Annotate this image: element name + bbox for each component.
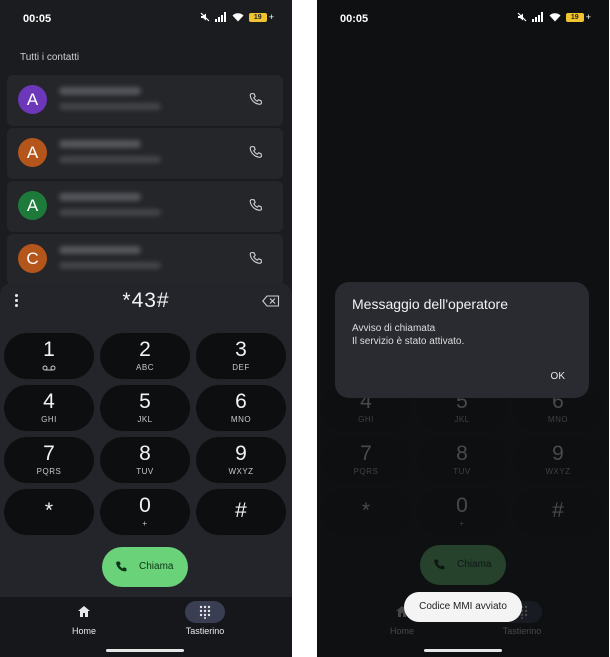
key-7[interactable]: 7 PQRS bbox=[4, 437, 94, 483]
key-0[interactable]: 0 + bbox=[100, 489, 190, 535]
phone-icon[interactable] bbox=[249, 145, 263, 159]
mmi-toast: Codice MMI avviato bbox=[404, 592, 522, 622]
contact-row[interactable]: A bbox=[7, 75, 283, 126]
phone-icon[interactable] bbox=[249, 198, 263, 212]
operator-message-dialog: Messaggio dell'operatore Avviso di chiam… bbox=[335, 282, 589, 398]
avatar: C bbox=[18, 244, 47, 273]
contact-row[interactable]: A bbox=[7, 181, 283, 232]
dialpad-icon bbox=[199, 605, 211, 619]
gesture-bar[interactable] bbox=[106, 649, 184, 652]
key-8: 8 TUV bbox=[417, 437, 507, 483]
key-star: * bbox=[321, 489, 411, 535]
key-1[interactable]: 1 bbox=[4, 333, 94, 379]
backspace-icon[interactable] bbox=[262, 295, 280, 307]
contact-name-redacted bbox=[59, 140, 141, 148]
contact-row[interactable]: A bbox=[7, 128, 283, 179]
phone-icon[interactable] bbox=[249, 251, 263, 265]
phone-icon[interactable] bbox=[249, 92, 263, 106]
contact-number-redacted bbox=[59, 209, 161, 216]
phone-icon bbox=[116, 561, 127, 572]
contact-number-redacted bbox=[59, 103, 161, 110]
contact-number-redacted bbox=[59, 156, 161, 163]
avatar: A bbox=[18, 191, 47, 220]
ok-button[interactable]: OK bbox=[551, 371, 565, 382]
dialer-screen-with-dialog: 00:05 19 + 4 GHI 5 JKL 6 MNO 7 PQRS 8 TUV 9 WX… bbox=[317, 0, 609, 657]
wifi-icon bbox=[232, 13, 244, 22]
contact-name-redacted bbox=[59, 193, 141, 201]
key-4[interactable]: 4 GHI bbox=[4, 385, 94, 431]
dialer-screen: 00:05 19 + Tutti i contatti A A A C *43#… bbox=[0, 0, 292, 657]
dialog-message: Avviso di chiamata Il servizio è stato a… bbox=[352, 323, 465, 347]
dialed-number[interactable]: *43# bbox=[0, 289, 292, 313]
key-7: 7 PQRS bbox=[321, 437, 411, 483]
avatar: A bbox=[18, 138, 47, 167]
voicemail-icon bbox=[42, 365, 56, 371]
bottom-navigation: Home Tastierino bbox=[0, 597, 292, 657]
key-3[interactable]: 3 DEF bbox=[196, 333, 286, 379]
contact-number-redacted bbox=[59, 262, 161, 269]
status-bar: 00:05 19 + bbox=[0, 0, 292, 36]
key-9[interactable]: 9 WXYZ bbox=[196, 437, 286, 483]
key-hash: # bbox=[513, 489, 603, 535]
avatar: A bbox=[18, 85, 47, 114]
signal-icon bbox=[214, 12, 226, 22]
call-button[interactable]: Chiama bbox=[102, 547, 188, 587]
phone-icon bbox=[434, 559, 445, 570]
key-9: 9 WXYZ bbox=[513, 437, 603, 483]
dialog-title: Messaggio dell'operatore bbox=[352, 296, 508, 312]
nav-home[interactable]: Home bbox=[44, 597, 124, 636]
key-star[interactable]: * bbox=[4, 489, 94, 535]
battery-icon: 19 bbox=[248, 12, 267, 22]
nav-keypad[interactable]: Tastierino bbox=[165, 597, 245, 636]
section-label: Tutti i contatti bbox=[20, 52, 80, 63]
gesture-bar[interactable] bbox=[424, 649, 502, 652]
home-icon bbox=[78, 606, 90, 617]
contact-name-redacted bbox=[59, 87, 141, 95]
key-5[interactable]: 5 JKL bbox=[100, 385, 190, 431]
status-time: 00:05 bbox=[23, 13, 52, 25]
key-8[interactable]: 8 TUV bbox=[100, 437, 190, 483]
mute-icon bbox=[200, 12, 210, 22]
key-hash[interactable]: # bbox=[196, 489, 286, 535]
key-2[interactable]: 2 ABC bbox=[100, 333, 190, 379]
charging-icon: + bbox=[268, 12, 274, 22]
key-0: 0 + bbox=[417, 489, 507, 535]
key-6[interactable]: 6 MNO bbox=[196, 385, 286, 431]
contact-row[interactable]: C bbox=[7, 234, 283, 285]
call-button: Chiama bbox=[420, 545, 506, 585]
contact-name-redacted bbox=[59, 246, 141, 254]
